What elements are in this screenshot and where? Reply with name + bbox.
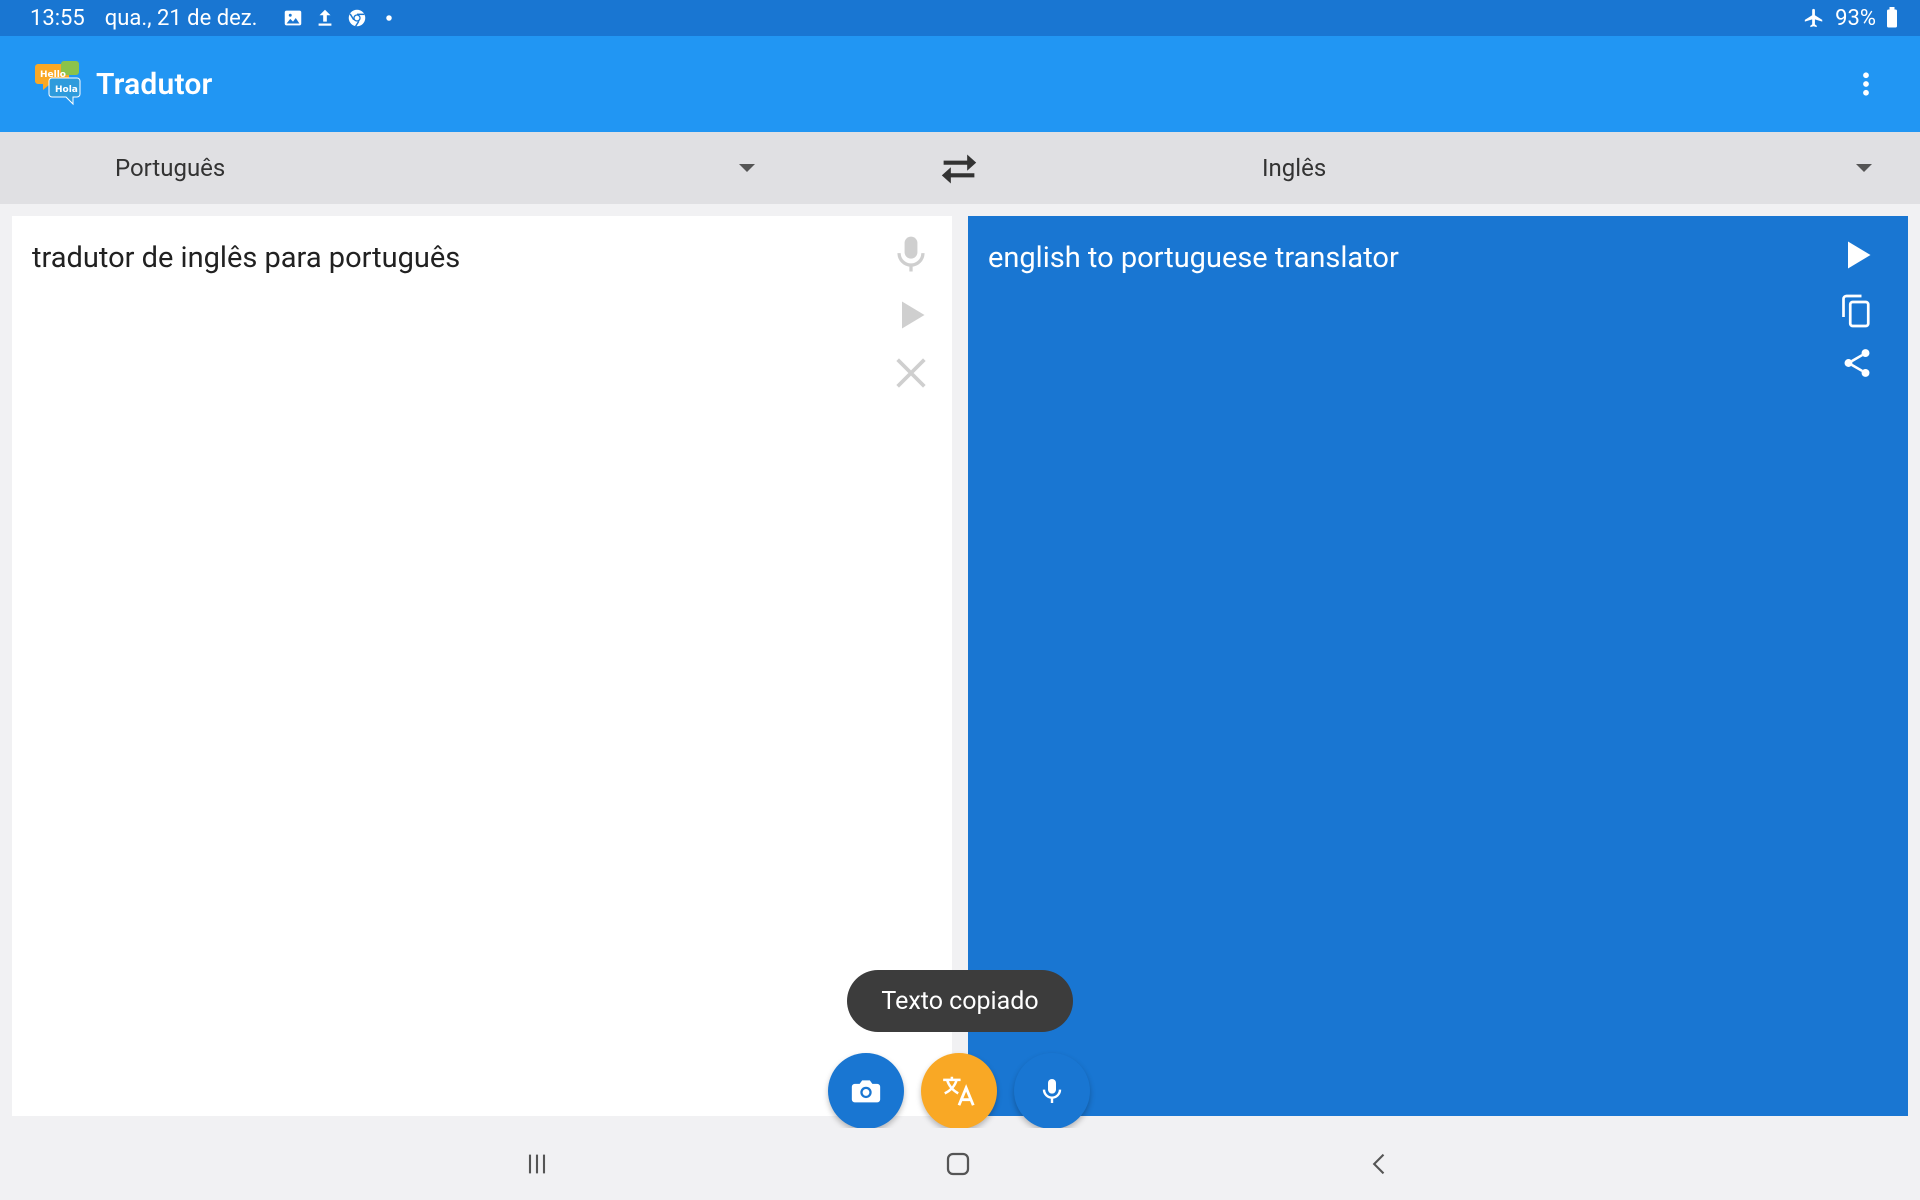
gallery-icon	[282, 7, 304, 29]
airplane-icon	[1803, 7, 1825, 29]
translate-button[interactable]	[921, 1053, 997, 1129]
source-text[interactable]: tradutor de inglês para português	[32, 240, 460, 278]
logo-text-hello: Hello	[40, 70, 66, 80]
status-time: 13:55	[30, 5, 85, 31]
source-language-selector[interactable]: Português	[115, 132, 755, 204]
logo-text-hola: Hola	[55, 85, 78, 95]
swap-languages-button[interactable]	[934, 148, 984, 190]
home-icon[interactable]	[930, 1140, 986, 1188]
status-date: qua., 21 de dez.	[104, 5, 258, 31]
target-panel: english to portuguese translator	[968, 216, 1908, 1116]
upload-icon	[314, 7, 336, 29]
target-language-selector[interactable]: Inglês	[1262, 132, 1872, 204]
swap-icon	[941, 154, 977, 184]
status-left: 13:55 qua., 21 de dez.	[30, 6, 400, 31]
microphone-icon[interactable]	[886, 230, 936, 280]
camera-button[interactable]	[828, 1053, 904, 1129]
dot-icon	[378, 7, 400, 29]
play-icon[interactable]	[886, 290, 936, 340]
battery-icon	[1886, 7, 1898, 29]
share-icon[interactable]	[1832, 338, 1882, 388]
camera-icon	[851, 1080, 881, 1103]
close-icon[interactable]	[886, 348, 936, 398]
source-language-label: Português	[115, 154, 226, 182]
copy-icon[interactable]	[1832, 286, 1882, 336]
navigation-bar	[0, 1128, 1920, 1200]
microphone-icon	[1042, 1079, 1062, 1103]
source-panel[interactable]: tradutor de inglês para português	[12, 216, 952, 1116]
app-bar: Hello Hola Tradutor	[0, 36, 1920, 132]
dropdown-arrow-icon	[1856, 164, 1872, 172]
app-title: Tradutor	[96, 66, 213, 102]
app-logo-icon: Hello Hola	[34, 58, 82, 110]
toast-notification: Texto copiado	[847, 970, 1073, 1032]
dropdown-arrow-icon	[739, 164, 755, 172]
overflow-menu-icon[interactable]	[1842, 60, 1890, 108]
recent-apps-icon[interactable]	[509, 1140, 565, 1188]
translated-text: english to portuguese translator	[988, 241, 1399, 275]
translate-icon	[943, 1076, 975, 1106]
toast-text: Texto copiado	[881, 986, 1039, 1016]
chrome-icon	[346, 7, 368, 29]
status-bar: 13:55 qua., 21 de dez. 93%	[0, 0, 1920, 36]
status-right: 93%	[1803, 6, 1898, 31]
battery-percent: 93%	[1835, 5, 1876, 31]
target-language-label: Inglês	[1262, 154, 1327, 182]
voice-input-button[interactable]	[1014, 1053, 1090, 1129]
back-icon[interactable]	[1352, 1140, 1408, 1188]
play-icon[interactable]	[1832, 230, 1882, 280]
